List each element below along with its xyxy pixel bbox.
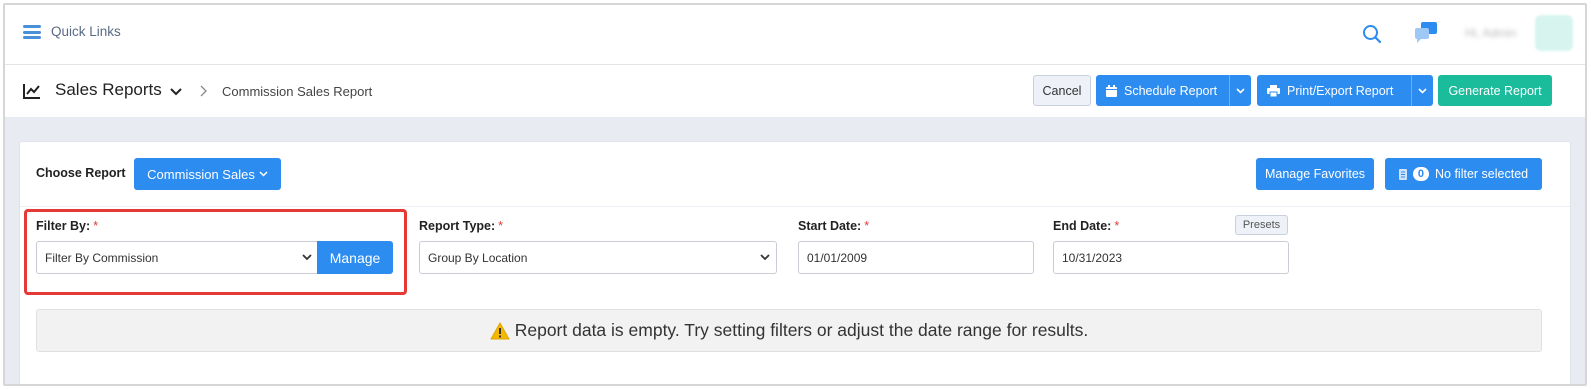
print-export-label: Print/Export Report xyxy=(1287,83,1394,98)
choose-report-label: Choose Report xyxy=(36,166,126,180)
start-date-value: 01/01/2009 xyxy=(807,250,868,265)
chat-icon[interactable] xyxy=(1413,20,1439,44)
manage-favorites-button[interactable]: Manage Favorites xyxy=(1256,158,1374,190)
filter-count-badge: 0 xyxy=(1412,167,1429,181)
highlight-box xyxy=(24,209,407,295)
schedule-report-label: Schedule Report xyxy=(1124,83,1218,98)
avatar[interactable] xyxy=(1535,15,1573,51)
required-mark: * xyxy=(498,219,504,233)
report-type-label-text: Report Type: xyxy=(419,219,496,233)
line-chart-icon xyxy=(23,84,40,99)
report-type-value: Group By Location xyxy=(428,250,528,265)
end-date-label-text: End Date: xyxy=(1053,219,1112,233)
start-date-label-text: Start Date: xyxy=(798,219,862,233)
chevron-down-icon xyxy=(1418,87,1427,94)
divider xyxy=(20,206,1570,207)
breadcrumb-current: Commission Sales Report xyxy=(222,84,373,99)
report-type-label: Report Type: * xyxy=(419,219,503,233)
report-type-select[interactable]: Group By Location xyxy=(419,241,777,274)
hamburger-menu-icon[interactable] xyxy=(23,25,41,39)
top-bar: Quick Links Hi, Admin xyxy=(5,5,1585,65)
user-name[interactable]: Hi, Admin xyxy=(1465,26,1516,40)
no-filter-label: No filter selected xyxy=(1435,167,1529,181)
report-select-label: Commission Sales xyxy=(147,166,255,182)
chevron-down-icon xyxy=(259,171,268,177)
print-export-button[interactable]: Print/Export Report xyxy=(1257,75,1411,106)
chevron-down-icon xyxy=(1236,87,1245,94)
warning-icon xyxy=(490,322,510,339)
chevron-down-icon[interactable] xyxy=(170,87,182,97)
page-title[interactable]: Sales Reports xyxy=(55,80,162,100)
printer-icon xyxy=(1267,84,1280,97)
chevron-right-icon xyxy=(200,85,207,97)
calendar-icon xyxy=(1106,84,1117,97)
quick-links-link[interactable]: Quick Links xyxy=(51,24,121,39)
chevron-down-icon xyxy=(760,254,770,261)
print-export-dropdown[interactable] xyxy=(1411,75,1433,106)
presets-button[interactable]: Presets xyxy=(1235,215,1288,235)
schedule-report-button-group: Schedule Report xyxy=(1096,75,1251,106)
end-date-input[interactable]: 10/31/2023 xyxy=(1053,241,1289,274)
schedule-report-dropdown[interactable] xyxy=(1229,75,1251,106)
empty-report-notice: Report data is empty. Try setting filter… xyxy=(36,309,1542,352)
end-date-label: End Date: * xyxy=(1053,219,1119,233)
notice-text: Report data is empty. Try setting filter… xyxy=(514,320,1089,340)
app-window: Quick Links Hi, Admin Sales Reports Comm… xyxy=(3,3,1587,386)
start-date-label: Start Date: * xyxy=(798,219,869,233)
generate-report-button[interactable]: Generate Report xyxy=(1438,75,1552,106)
filter-status-button[interactable]: 0 No filter selected xyxy=(1385,158,1542,190)
report-select-button[interactable]: Commission Sales xyxy=(134,158,281,190)
filter-icon xyxy=(1398,168,1407,180)
start-date-input[interactable]: 01/01/2009 xyxy=(798,241,1034,274)
schedule-report-button[interactable]: Schedule Report xyxy=(1096,75,1229,106)
cancel-button[interactable]: Cancel xyxy=(1033,75,1091,106)
print-export-button-group: Print/Export Report xyxy=(1257,75,1433,106)
end-date-value: 10/31/2023 xyxy=(1062,250,1123,265)
required-mark: * xyxy=(1114,219,1120,233)
search-icon[interactable] xyxy=(1361,23,1383,45)
required-mark: * xyxy=(864,219,870,233)
